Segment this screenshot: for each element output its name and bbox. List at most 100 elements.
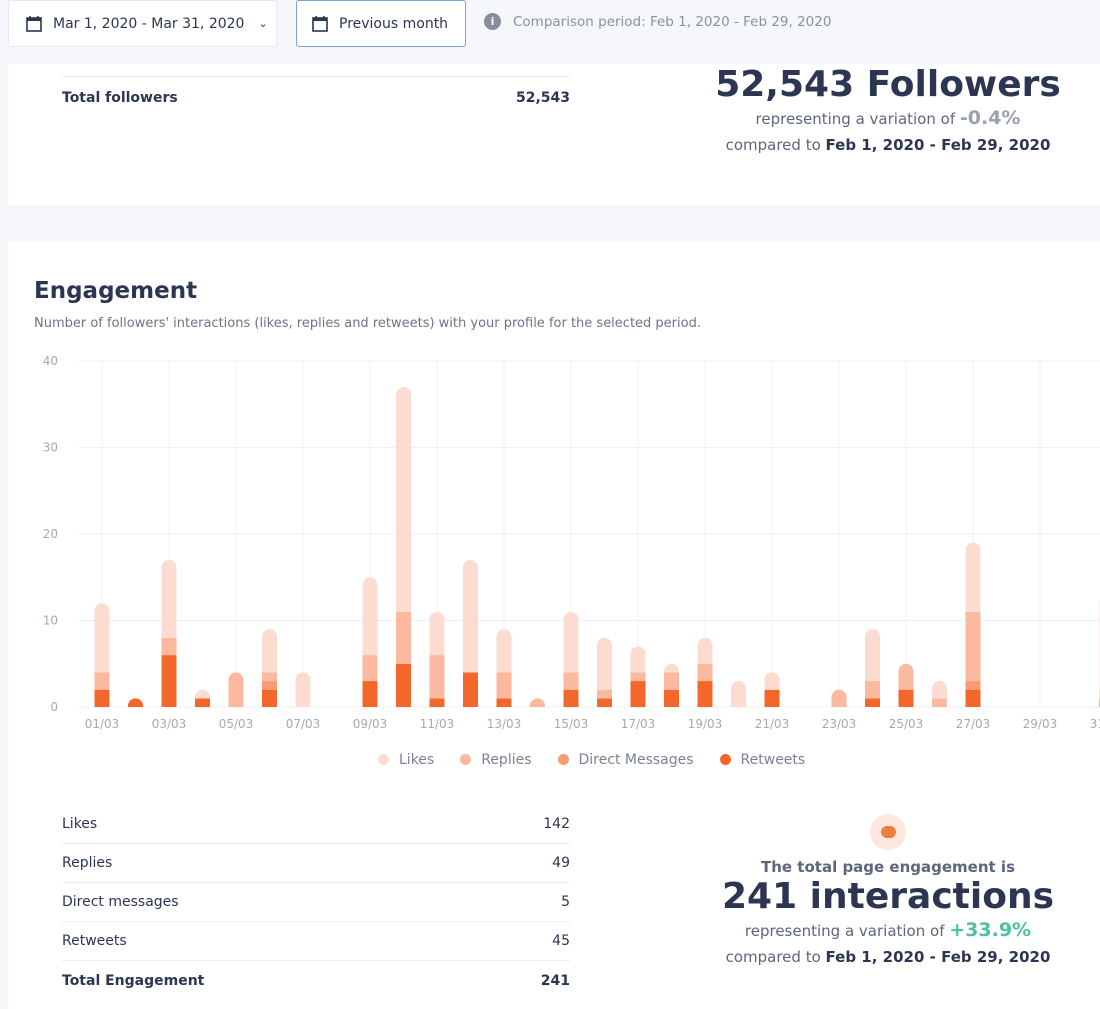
bar-segment-retweets bbox=[597, 698, 612, 707]
bar-segment-likes bbox=[195, 689, 210, 699]
calendar-icon bbox=[26, 15, 42, 32]
bar-segment-replies bbox=[161, 637, 177, 656]
row-label: Replies bbox=[62, 855, 113, 871]
engagement-row-direct-messages: Direct messages 5 bbox=[62, 883, 570, 922]
x-tick-label: 23/03 bbox=[822, 717, 857, 731]
row-value: 49 bbox=[552, 855, 570, 871]
x-tick-label: 29/03 bbox=[1023, 717, 1058, 731]
bar-segment-likes bbox=[597, 637, 612, 690]
bar-segment-likes bbox=[161, 559, 177, 638]
bar-segment-replies bbox=[396, 611, 411, 664]
bar-segment-replies bbox=[831, 689, 847, 707]
x-tick-label: 19/03 bbox=[688, 717, 723, 731]
row-value: 5 bbox=[561, 894, 570, 910]
compared-period: Feb 1, 2020 - Feb 29, 2020 bbox=[825, 136, 1051, 154]
engagement-headline: 241 interactions bbox=[722, 876, 1054, 917]
bar-segment-likes bbox=[932, 681, 947, 699]
bar-segment-likes bbox=[396, 386, 411, 612]
x-tick-label: 01/03 bbox=[85, 717, 120, 731]
bar-segment-replies bbox=[429, 655, 445, 699]
bar-segment-likes bbox=[463, 559, 478, 673]
bar-segment-replies bbox=[932, 698, 947, 707]
bar-segment-retweets bbox=[664, 689, 679, 707]
legend-direct-messages[interactable]: Direct Messages bbox=[557, 752, 694, 768]
comparison-period-button[interactable]: Previous month bbox=[296, 0, 466, 47]
date-range-picker[interactable]: Mar 1, 2020 - Mar 31, 2020 ⌄ bbox=[8, 0, 277, 47]
bar-segment-direct-messages bbox=[965, 681, 981, 690]
x-tick-label: 25/03 bbox=[889, 717, 924, 731]
bar-segment-likes bbox=[630, 646, 646, 673]
row-label: Likes bbox=[62, 816, 98, 832]
bar-segment-likes bbox=[731, 681, 746, 707]
comparison-info: i Comparison period: Feb 1, 2020 - Feb 2… bbox=[484, 13, 831, 30]
bar-segment-replies bbox=[597, 689, 612, 699]
total-followers-label: Total followers bbox=[62, 89, 178, 106]
engagement-chart: 0 10 20 30 40 01/03 03/03 05/03 07/03 09/03 11/03 1… bbox=[43, 354, 1100, 731]
y-tick-label: 30 bbox=[43, 441, 58, 455]
x-tick-label: 11/03 bbox=[420, 717, 455, 731]
y-tick-label: 0 bbox=[50, 700, 58, 714]
bar-segment-retweets bbox=[429, 698, 445, 707]
bar-segment-likes bbox=[295, 672, 311, 707]
comparison-text: Comparison period: Feb 1, 2020 - Feb 29,… bbox=[513, 13, 832, 30]
total-followers-row: Total followers 52,543 bbox=[62, 78, 570, 117]
variation-prefix: representing a variation of bbox=[755, 110, 960, 128]
followers-variation: -0.4% bbox=[959, 107, 1021, 129]
engagement-variation: +33.9% bbox=[949, 919, 1032, 941]
divider bbox=[62, 76, 570, 77]
bar-segment-replies bbox=[697, 663, 713, 682]
legend-likes[interactable]: Likes bbox=[378, 752, 434, 768]
row-value: 142 bbox=[543, 816, 570, 832]
x-tick-label: 09/03 bbox=[353, 717, 388, 731]
bar-segment-replies bbox=[965, 611, 981, 682]
x-tick-label: 17/03 bbox=[621, 717, 656, 731]
total-engagement-row: Total Engagement 241 bbox=[62, 961, 570, 1000]
y-tick-label: 40 bbox=[43, 354, 58, 368]
bar-segment-replies bbox=[94, 672, 110, 690]
date-range-label: Mar 1, 2020 - Mar 31, 2020 bbox=[53, 15, 245, 32]
x-tick-label: 21/03 bbox=[755, 717, 790, 731]
row-value: 241 bbox=[540, 972, 570, 989]
bar-segment-likes bbox=[764, 672, 780, 690]
bar-segment-retweets bbox=[262, 689, 277, 707]
bar-segment-replies bbox=[563, 672, 579, 690]
followers-summary: 52,543 Followers representing a variatio… bbox=[678, 64, 1098, 158]
comparison-button-label: Previous month bbox=[339, 15, 449, 32]
bar-segment-replies bbox=[630, 672, 646, 682]
compared-prefix: compared to bbox=[725, 948, 826, 966]
bar-segment-retweets bbox=[865, 698, 880, 707]
bar-segment-likes bbox=[965, 542, 981, 612]
row-label: Direct messages bbox=[62, 894, 179, 910]
bar-segment-replies bbox=[496, 672, 512, 699]
chat-bubble-icon bbox=[870, 814, 906, 850]
x-tick-label: 27/03 bbox=[956, 717, 991, 731]
bar-segment-likes bbox=[496, 629, 512, 673]
legend-label: Likes bbox=[399, 752, 435, 768]
bar-segment-retweets bbox=[396, 663, 411, 707]
bar-segment-retweets bbox=[563, 689, 579, 707]
bar-segment-retweets bbox=[195, 698, 210, 707]
legend-label: Replies bbox=[481, 752, 532, 768]
y-tick-label: 20 bbox=[43, 527, 58, 541]
followers-card: Total followers 52,543 52,543 Followers … bbox=[8, 64, 1100, 205]
x-tick-label: 05/03 bbox=[219, 717, 254, 731]
engagement-card: Engagement Number of followers' interact… bbox=[8, 242, 1100, 1009]
total-followers-value: 52,543 bbox=[515, 89, 570, 106]
engagement-summary: The total page engagement is 241 interac… bbox=[678, 814, 1098, 970]
bar-segment-likes bbox=[94, 603, 110, 673]
calendar-icon bbox=[312, 15, 328, 32]
x-tick-label: 13/03 bbox=[487, 717, 522, 731]
bar-segment-likes bbox=[563, 611, 579, 673]
row-label: Total Engagement bbox=[62, 972, 205, 989]
bar-segment-retweets bbox=[362, 681, 378, 707]
bar-segment-retweets bbox=[630, 681, 646, 707]
toolbar: Mar 1, 2020 - Mar 31, 2020 ⌄ Previous mo… bbox=[0, 0, 1100, 64]
legend-label: Direct Messages bbox=[578, 752, 694, 768]
bar-segment-likes bbox=[262, 629, 277, 673]
bar-segment-likes bbox=[697, 637, 713, 664]
legend-replies[interactable]: Replies bbox=[460, 752, 532, 768]
bar-segment-replies bbox=[865, 681, 880, 699]
bar-segment-likes bbox=[362, 577, 378, 656]
bar-segment-replies bbox=[898, 663, 914, 690]
legend-retweets[interactable]: Retweets bbox=[719, 752, 805, 768]
